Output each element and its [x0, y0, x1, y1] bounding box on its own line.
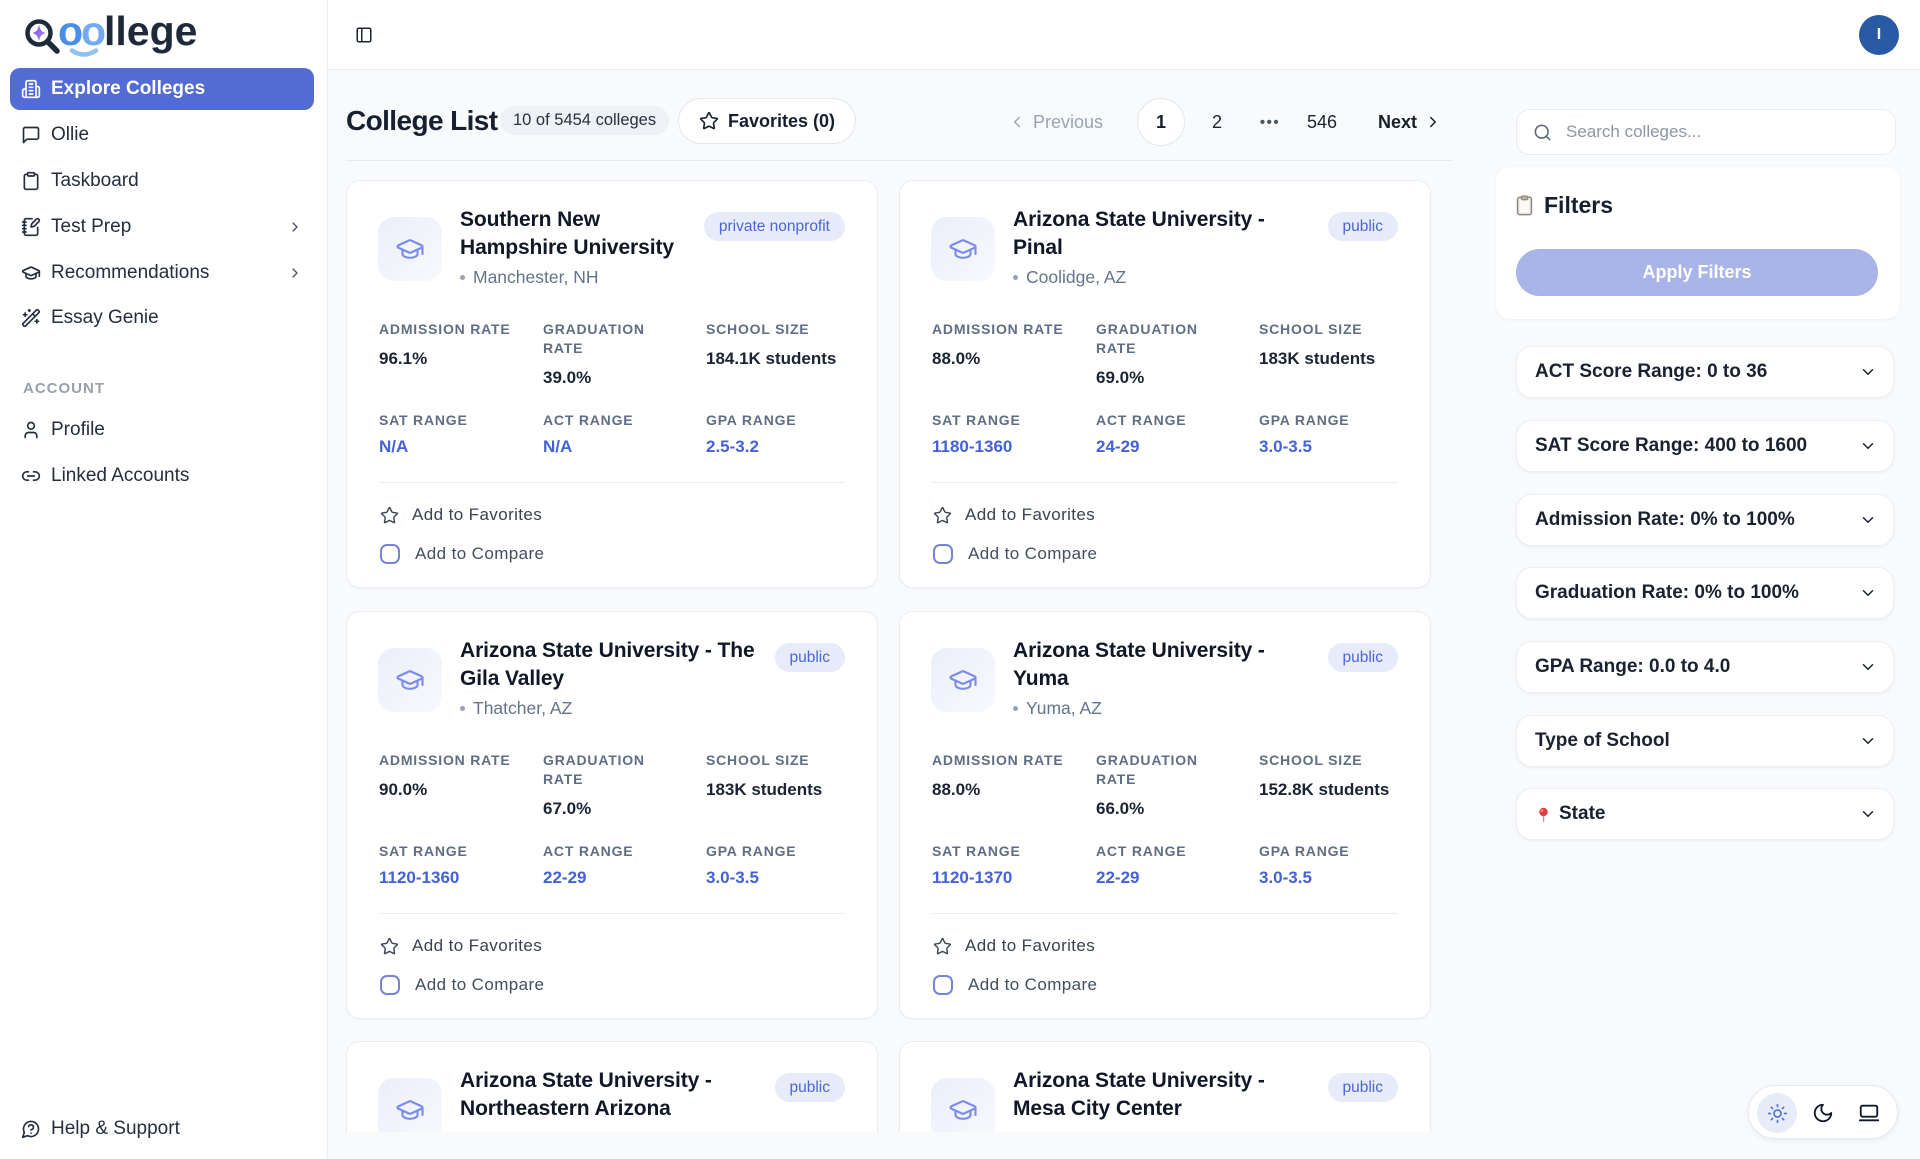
- svg-text:llege: llege: [104, 8, 197, 54]
- svg-text:o: o: [58, 8, 83, 54]
- svg-text:o: o: [81, 8, 106, 54]
